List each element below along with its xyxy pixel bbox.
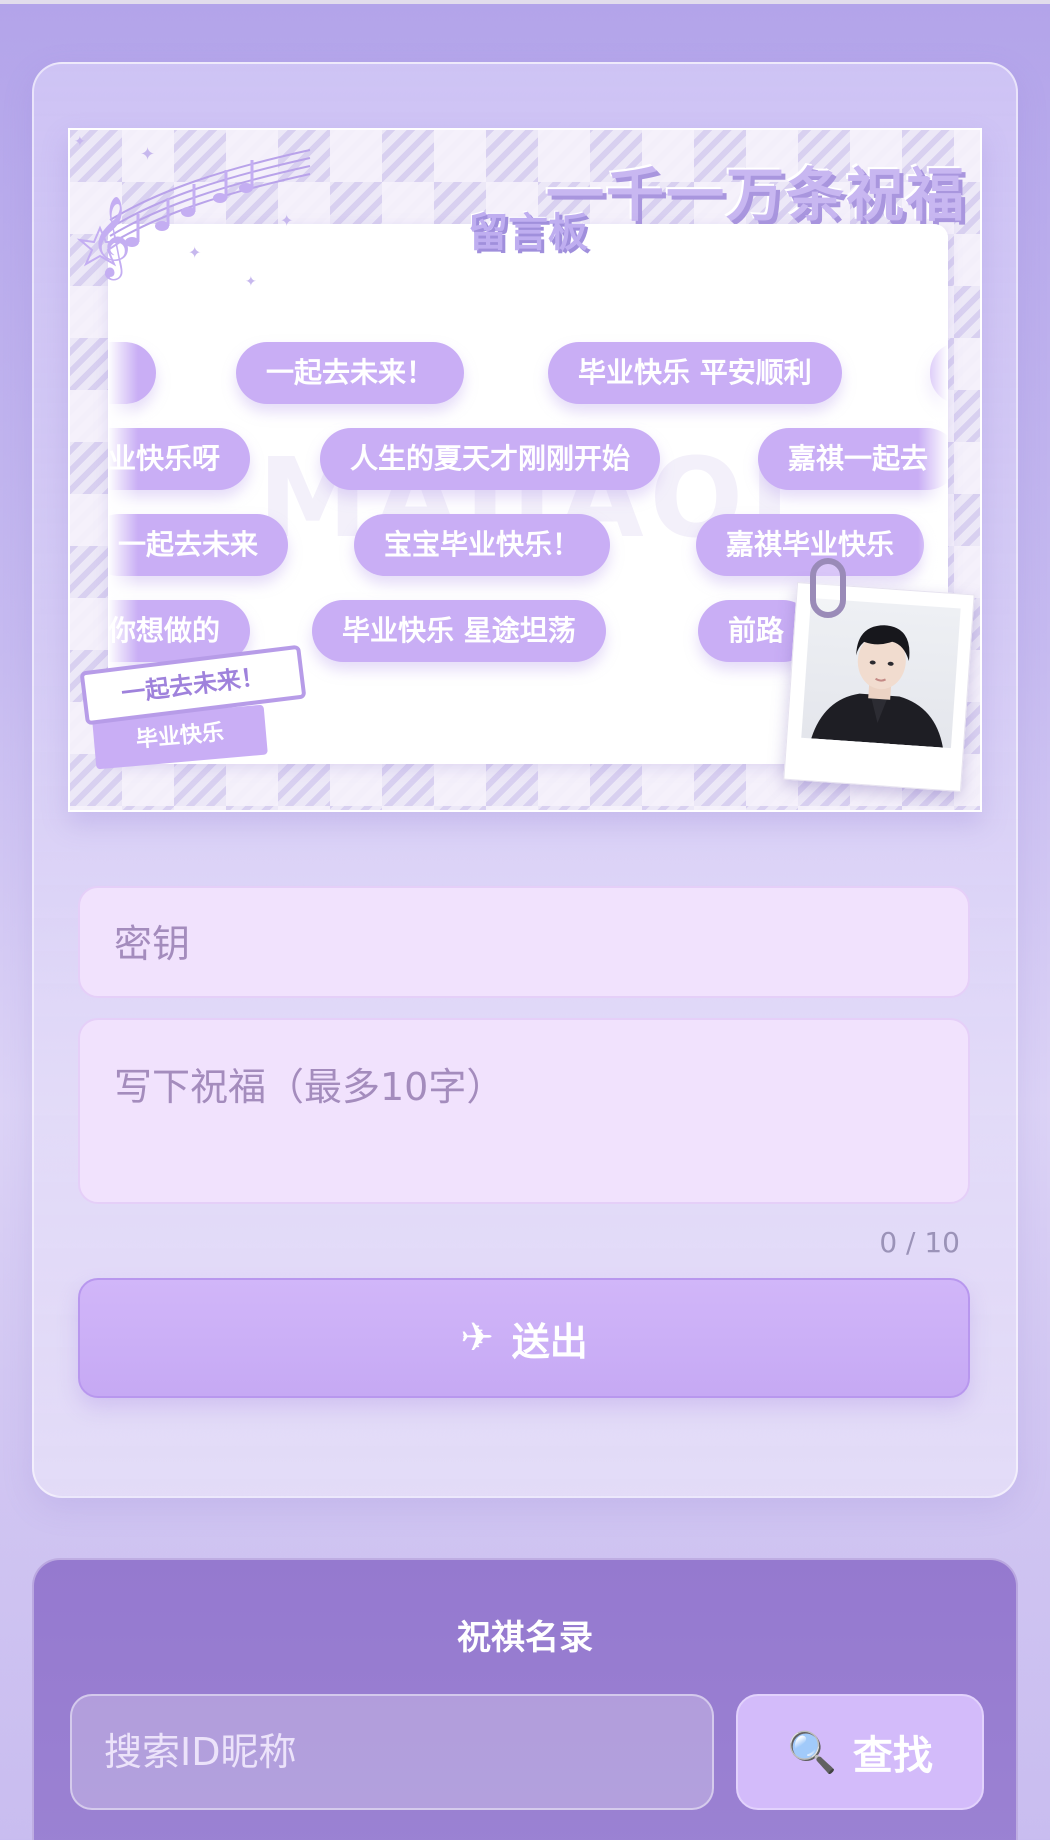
board-title: 留言板	[468, 210, 588, 256]
music-notes-icon: 𝄞 ✦ ✦ ✦ ✦ ✦	[74, 134, 311, 290]
top-divider	[0, 0, 1050, 4]
roster-title: 祝祺名录	[457, 1618, 593, 1658]
banner: 𝄞 ✦ ✦ ✦ ✦ ✦ 一千一万条祝福 MAJIAQI ！ 一起去未来！ 毕业快…	[68, 128, 982, 812]
svg-text:✦: ✦	[280, 211, 293, 230]
send-button[interactable]: ✈ 送出	[78, 1278, 970, 1398]
portrait-photo	[801, 598, 961, 749]
search-input[interactable]: 搜索ID昵称	[70, 1694, 714, 1810]
wish-pill[interactable]: 毕业快乐 星途坦荡	[312, 600, 606, 662]
wish-pill[interactable]: 一起去未来！	[236, 342, 465, 404]
char-counter: 0 / 10	[879, 1226, 960, 1259]
svg-text:✦: ✦	[140, 144, 155, 165]
svg-text:✦: ✦	[74, 134, 86, 150]
svg-text:✦: ✦	[245, 274, 257, 290]
wish-pill[interactable]: 宝宝毕业快乐！	[354, 514, 611, 576]
key-input[interactable]: 密钥	[78, 886, 970, 998]
send-label: 送出	[511, 1319, 588, 1364]
wish-textarea[interactable]: 写下祝福（最多10字）	[78, 1018, 970, 1204]
svg-text:✦: ✦	[188, 243, 201, 262]
wish-pill[interactable]: 毕业快乐 平安顺利	[548, 342, 842, 404]
paper-clip-icon	[810, 558, 846, 618]
search-button[interactable]: 🔍 查找	[736, 1694, 984, 1810]
search-label: 查找	[852, 1733, 933, 1779]
paper-plane-icon: ✈	[460, 1315, 494, 1361]
roster-panel: 祝祺名录 搜索ID昵称 🔍 查找	[32, 1558, 1018, 1840]
wish-pill[interactable]: 人生的夏天才刚刚开始	[320, 428, 661, 490]
search-icon: 🔍	[787, 1729, 837, 1776]
polaroid-photo	[783, 582, 975, 792]
banner-title: 一千一万条祝福	[545, 161, 966, 229]
wish-pill[interactable]: 嘉祺毕业快乐	[696, 514, 925, 576]
